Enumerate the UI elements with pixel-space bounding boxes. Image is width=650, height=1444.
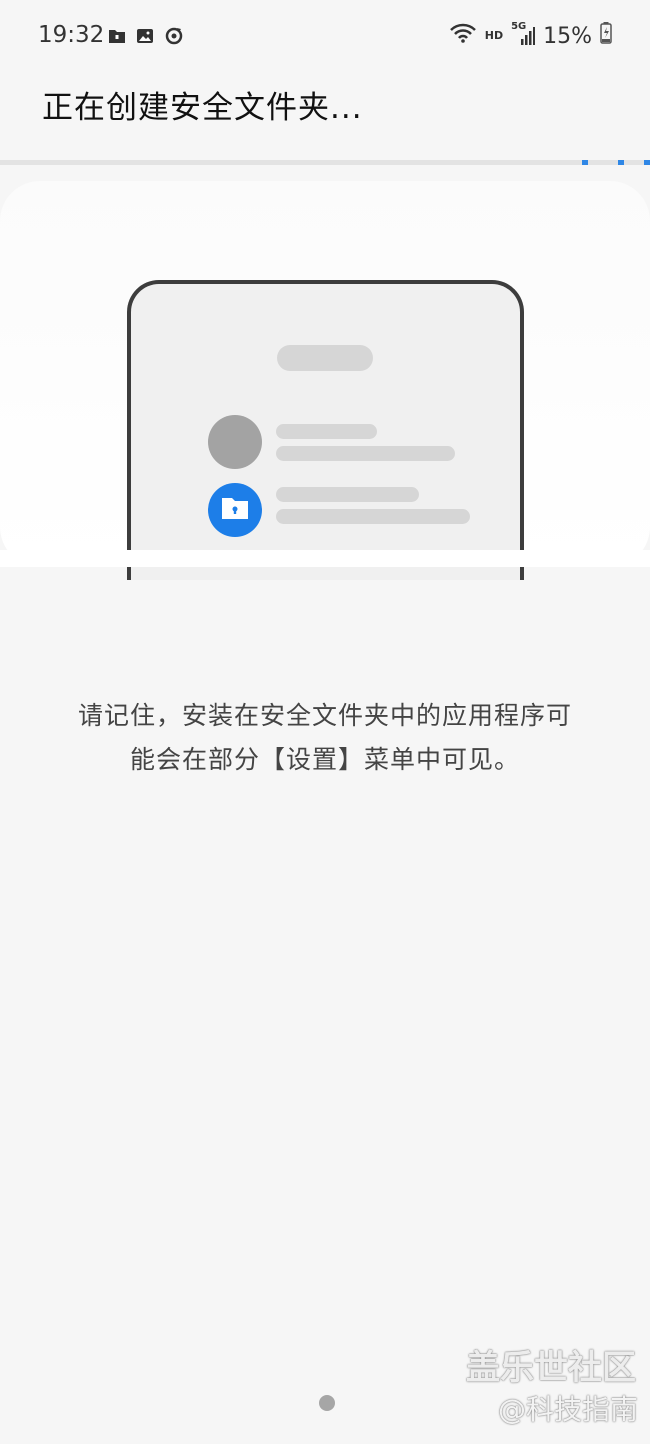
secure-folder-app-icon bbox=[208, 483, 262, 537]
placeholder-line bbox=[276, 424, 377, 439]
hd-indicator: HD bbox=[484, 28, 504, 42]
illustration-card-bottom bbox=[0, 550, 650, 567]
progress-bar bbox=[0, 160, 650, 165]
page-indicator-dot bbox=[319, 1395, 335, 1411]
progress-dot bbox=[618, 160, 624, 165]
app-avatar-placeholder bbox=[208, 415, 262, 469]
info-message-line: 能会在部分【设置】菜单中可见。 bbox=[129, 745, 520, 774]
status-time: 19:32 bbox=[38, 22, 105, 48]
placeholder-line bbox=[276, 446, 455, 461]
lock-folder-icon bbox=[220, 495, 250, 525]
signal-icon: 5G bbox=[511, 21, 536, 47]
page-title: 正在创建安全文件夹... bbox=[42, 90, 363, 126]
sync-icon bbox=[164, 26, 184, 50]
watermark-author: @科技指南 bbox=[497, 1393, 638, 1426]
secure-folder-icon bbox=[108, 27, 126, 49]
status-system-icons: HD 5G 15% bbox=[449, 21, 612, 50]
wifi-icon bbox=[449, 22, 477, 50]
info-message-line: 请记住，安装在安全文件夹中的应用程序可 bbox=[77, 701, 572, 730]
placeholder-line bbox=[276, 509, 470, 524]
battery-percent: 15% bbox=[543, 23, 592, 49]
placeholder-line bbox=[276, 487, 419, 502]
battery-charging-icon bbox=[600, 22, 612, 50]
status-notification-icons bbox=[108, 26, 184, 50]
watermark-community: 盖乐世社区 bbox=[466, 1348, 636, 1388]
placeholder-title-bar bbox=[277, 345, 373, 371]
status-bar: 19:32 HD 5G 15% bbox=[0, 0, 650, 72]
info-message: 请记住，安装在安全文件夹中的应用程序可 能会在部分【设置】菜单中可见。 bbox=[0, 694, 650, 782]
image-icon bbox=[136, 27, 154, 49]
progress-dot bbox=[582, 160, 588, 165]
progress-dot bbox=[644, 160, 650, 165]
